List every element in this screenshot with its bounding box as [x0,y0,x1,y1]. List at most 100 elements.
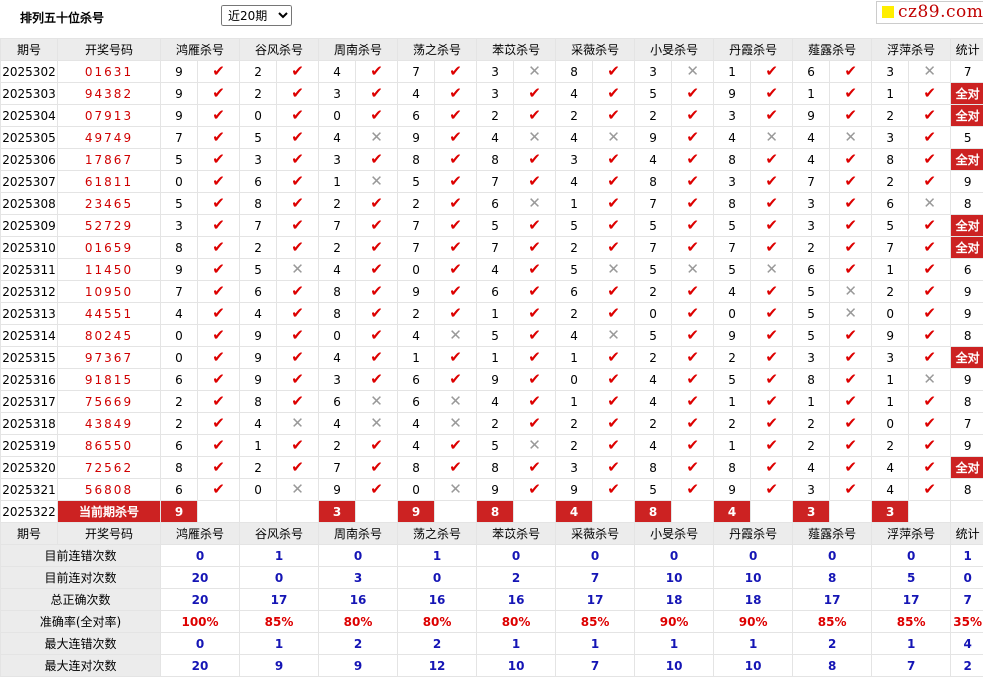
kill-number-cell: 1 [398,347,435,369]
table-row: 2025309527293✔7✔7✔7✔5✔5✔5✔5✔3✔5✔全对 [1,215,983,237]
kill-number-cell: 0 [635,303,672,325]
kill-number-cell: 0 [161,325,198,347]
check-icon: ✔ [198,369,240,391]
kill-number-cell: 3 [714,105,751,127]
check-icon: ✔ [830,105,872,127]
kill-number-cell: 8 [477,457,514,479]
draw-number-cell: 01631 [58,61,161,83]
check-icon: ✔ [514,259,556,281]
check-icon: ✔ [909,303,951,325]
kill-number-cell: 6 [240,281,277,303]
kill-number-cell: 3 [793,215,830,237]
stat-total-cell: 1 [951,545,983,567]
draw-number-cell: 86550 [58,435,161,457]
kill-number-cell: 5 [477,325,514,347]
check-icon: ✔ [435,303,477,325]
check-icon: ✔ [593,193,635,215]
kill-number-cell: 8 [240,193,277,215]
stat-value-cell: 2 [398,633,477,655]
draw-number-cell: 43849 [58,413,161,435]
check-icon: ✔ [830,215,872,237]
kill-number-cell: 3 [477,61,514,83]
stat-row: 目前连对次数20030271010850 [1,567,983,589]
stat-value-cell: 1 [477,633,556,655]
check-icon: ✔ [356,435,398,457]
kill-number-table: 期号开奖号码鸿雁杀号谷风杀号周南杀号荡之杀号苯苡杀号采薇杀号小旻杀号丹霞杀号薤露… [0,38,983,677]
check-icon: ✔ [435,193,477,215]
kill-number-cell: 3 [556,457,593,479]
kill-number-cell: 2 [398,303,435,325]
cross-icon: ✕ [277,413,319,435]
kill-number-cell: 5 [793,303,830,325]
stat-cell: 8 [951,325,983,347]
check-icon: ✔ [435,237,477,259]
check-icon: ✔ [435,171,477,193]
check-icon: ✔ [751,369,793,391]
kill-number-cell: 3 [872,127,909,149]
check-icon: ✔ [277,391,319,413]
draw-number-cell: 61811 [58,171,161,193]
check-icon: ✔ [909,127,951,149]
stat-value-cell: 10 [635,655,714,677]
check-icon: ✔ [198,237,240,259]
check-icon: ✔ [435,457,477,479]
table-row: 2025303943829✔2✔3✔4✔3✔4✔5✔9✔1✔1✔全对 [1,83,983,105]
kill-number-cell: 0 [872,413,909,435]
site-logo[interactable]: cz89.com [876,1,983,24]
check-icon: ✔ [909,391,951,413]
issue-cell: 2025320 [1,457,58,479]
table-row: 2025310016598✔2✔2✔7✔7✔2✔7✔7✔2✔7✔全对 [1,237,983,259]
kill-number-cell: 3 [556,149,593,171]
kill-number-cell: 7 [793,171,830,193]
stat-cell: 8 [951,391,983,413]
stat-value-cell: 0 [872,545,951,567]
stat-value-cell: 7 [556,655,635,677]
issue-cell: 2025307 [1,171,58,193]
kill-number-cell: 8 [161,457,198,479]
check-icon: ✔ [751,105,793,127]
check-icon: ✔ [830,61,872,83]
empty-cell [951,501,983,523]
kill-number-cell: 4 [398,325,435,347]
cross-icon: ✕ [514,61,556,83]
stat-value-cell: 90% [635,611,714,633]
col-header-killer: 丹霞杀号 [714,523,793,545]
col-header-stat: 统计 [951,39,983,61]
draw-number-cell: 11450 [58,259,161,281]
kill-number-cell: 2 [240,457,277,479]
check-icon: ✔ [593,149,635,171]
stat-value-cell: 80% [398,611,477,633]
check-icon: ✔ [751,237,793,259]
draw-number-cell: 23465 [58,193,161,215]
stat-value-cell: 10 [714,567,793,589]
stat-value-cell: 90% [714,611,793,633]
kill-number-cell: 8 [319,303,356,325]
kill-number-cell: 5 [477,215,514,237]
cross-icon: ✕ [751,259,793,281]
stat-total-cell: 2 [951,655,983,677]
check-icon: ✔ [277,369,319,391]
kill-number-cell: 4 [398,413,435,435]
stat-value-cell: 85% [556,611,635,633]
check-icon: ✔ [830,325,872,347]
kill-number-cell: 4 [556,325,593,347]
draw-number-cell: 72562 [58,457,161,479]
period-select[interactable]: 近20期 [221,5,292,26]
kill-number-cell: 9 [161,259,198,281]
check-icon: ✔ [830,149,872,171]
stat-value-cell: 3 [319,567,398,589]
current-kill-cell: 3 [793,501,830,523]
current-kill-cell: 9 [398,501,435,523]
cross-icon: ✕ [830,127,872,149]
kill-number-cell: 7 [714,237,751,259]
kill-number-cell: 4 [319,347,356,369]
check-icon: ✔ [751,215,793,237]
stat-value-cell: 8 [793,567,872,589]
kill-number-cell: 1 [793,391,830,413]
check-icon: ✔ [593,61,635,83]
stat-value-cell: 0 [319,545,398,567]
kill-number-cell: 1 [556,391,593,413]
check-icon: ✔ [435,281,477,303]
check-icon: ✔ [830,259,872,281]
kill-number-cell: 4 [635,391,672,413]
